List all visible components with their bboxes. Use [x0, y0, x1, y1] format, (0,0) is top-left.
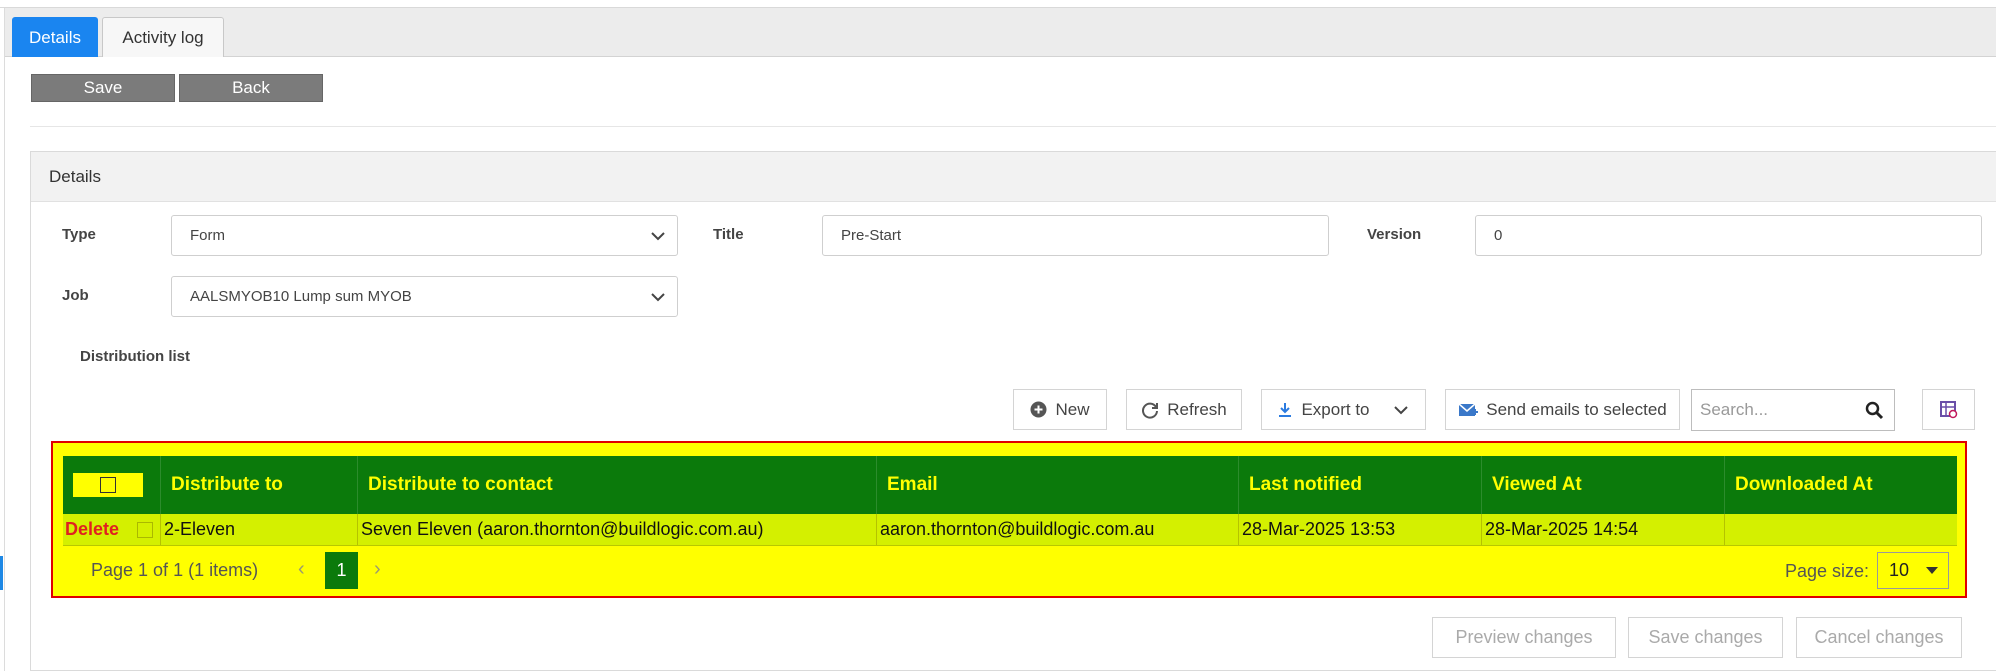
- cell-viewed-at: 28-Mar-2025 14:54: [1482, 514, 1725, 545]
- chevron-down-icon: [651, 293, 665, 302]
- search-placeholder: Search...: [1700, 400, 1769, 419]
- title-label: Title: [713, 226, 744, 243]
- column-header-email[interactable]: Email: [877, 456, 1239, 514]
- download-icon: [1279, 402, 1292, 417]
- left-scroll-marker: [0, 556, 3, 590]
- column-header-contact[interactable]: Distribute to contact: [358, 456, 877, 514]
- title-input[interactable]: Pre-Start: [822, 215, 1329, 256]
- search-input[interactable]: Search...: [1691, 389, 1895, 431]
- refresh-icon: [1142, 402, 1159, 419]
- plus-circle-icon: [1030, 401, 1047, 418]
- cell-contact: Seven Eleven (aaron.thornton@buildlogic.…: [358, 514, 877, 545]
- divider: [30, 126, 1996, 127]
- job-label: Job: [62, 287, 89, 304]
- export-button[interactable]: Export to: [1261, 389, 1426, 430]
- type-select[interactable]: Form: [171, 215, 678, 256]
- page-size-label: Page size:: [1785, 561, 1870, 581]
- cell-downloaded-at: [1725, 514, 1957, 545]
- save-changes-button[interactable]: Save changes: [1628, 617, 1783, 658]
- refresh-label: Refresh: [1167, 399, 1227, 419]
- version-input[interactable]: 0: [1475, 215, 1982, 256]
- column-header-downloaded-at[interactable]: Downloaded At: [1725, 456, 1957, 514]
- delete-link[interactable]: Delete: [65, 519, 119, 540]
- tab-details[interactable]: Details: [12, 17, 98, 57]
- page-number-button[interactable]: 1: [325, 552, 358, 589]
- job-value: AALSMYOB10 Lump sum MYOB: [190, 288, 412, 305]
- pager-info: Page 1 of 1 (1 items): [91, 560, 259, 580]
- cell-email: aaron.thornton@buildlogic.com.au: [877, 514, 1239, 545]
- column-header-viewed-at[interactable]: Viewed At: [1482, 456, 1725, 514]
- back-button[interactable]: Back: [179, 74, 323, 102]
- version-value: 0: [1494, 227, 1503, 244]
- type-label: Type: [62, 226, 96, 243]
- page-size-value: 10: [1889, 560, 1910, 580]
- cancel-changes-button[interactable]: Cancel changes: [1796, 617, 1962, 658]
- column-chooser-button[interactable]: [1922, 389, 1975, 430]
- chevron-down-icon: [1393, 405, 1408, 414]
- export-label: Export to: [1301, 399, 1370, 419]
- new-button[interactable]: New: [1013, 389, 1107, 430]
- table-row: Delete 2-Eleven Seven Eleven (aaron.thor…: [63, 514, 1957, 546]
- grid-header: Distribute to Distribute to contact Emai…: [63, 456, 1957, 514]
- send-emails-label: Send emails to selected: [1486, 399, 1667, 419]
- job-select[interactable]: AALSMYOB10 Lump sum MYOB: [171, 276, 678, 317]
- title-value: Pre-Start: [841, 227, 902, 244]
- column-header-distribute-to[interactable]: Distribute to: [161, 456, 358, 514]
- send-email-icon: [1458, 402, 1479, 416]
- search-icon: [1865, 401, 1884, 420]
- chevron-down-icon: [651, 232, 665, 241]
- dropdown-arrow-icon: [1926, 567, 1938, 574]
- cell-last-notified: 28-Mar-2025 13:53: [1239, 514, 1482, 545]
- send-emails-button[interactable]: Send emails to selected: [1445, 389, 1680, 430]
- panel-title: Details: [31, 152, 1996, 202]
- tab-strip: Details Activity log: [5, 8, 1996, 57]
- page-size-select[interactable]: 10: [1877, 552, 1949, 589]
- select-all-checkbox[interactable]: [73, 473, 143, 497]
- type-value: Form: [190, 227, 225, 244]
- column-chooser-icon: [1939, 400, 1957, 418]
- preview-changes-button[interactable]: Preview changes: [1432, 617, 1616, 658]
- refresh-button[interactable]: Refresh: [1126, 389, 1242, 430]
- column-header-last-notified[interactable]: Last notified: [1239, 456, 1482, 514]
- new-label: New: [1055, 399, 1090, 419]
- tab-activity-log[interactable]: Activity log: [102, 17, 224, 57]
- next-page-icon[interactable]: ›: [374, 558, 381, 581]
- version-label: Version: [1367, 226, 1422, 243]
- cell-distribute-to: 2-Eleven: [161, 514, 358, 545]
- left-divider: [4, 8, 5, 671]
- select-all-cell: [63, 456, 161, 514]
- prev-page-icon[interactable]: ‹: [298, 558, 305, 581]
- save-button[interactable]: Save: [31, 74, 175, 102]
- row-action-cell: Delete: [63, 514, 161, 545]
- distribution-grid: Distribute to Distribute to contact Emai…: [51, 441, 1967, 598]
- row-checkbox[interactable]: [137, 521, 154, 538]
- select-all-check-box: [100, 477, 116, 493]
- distribution-list-label: Distribution list: [80, 348, 190, 365]
- window-top-edge: [0, 0, 1996, 8]
